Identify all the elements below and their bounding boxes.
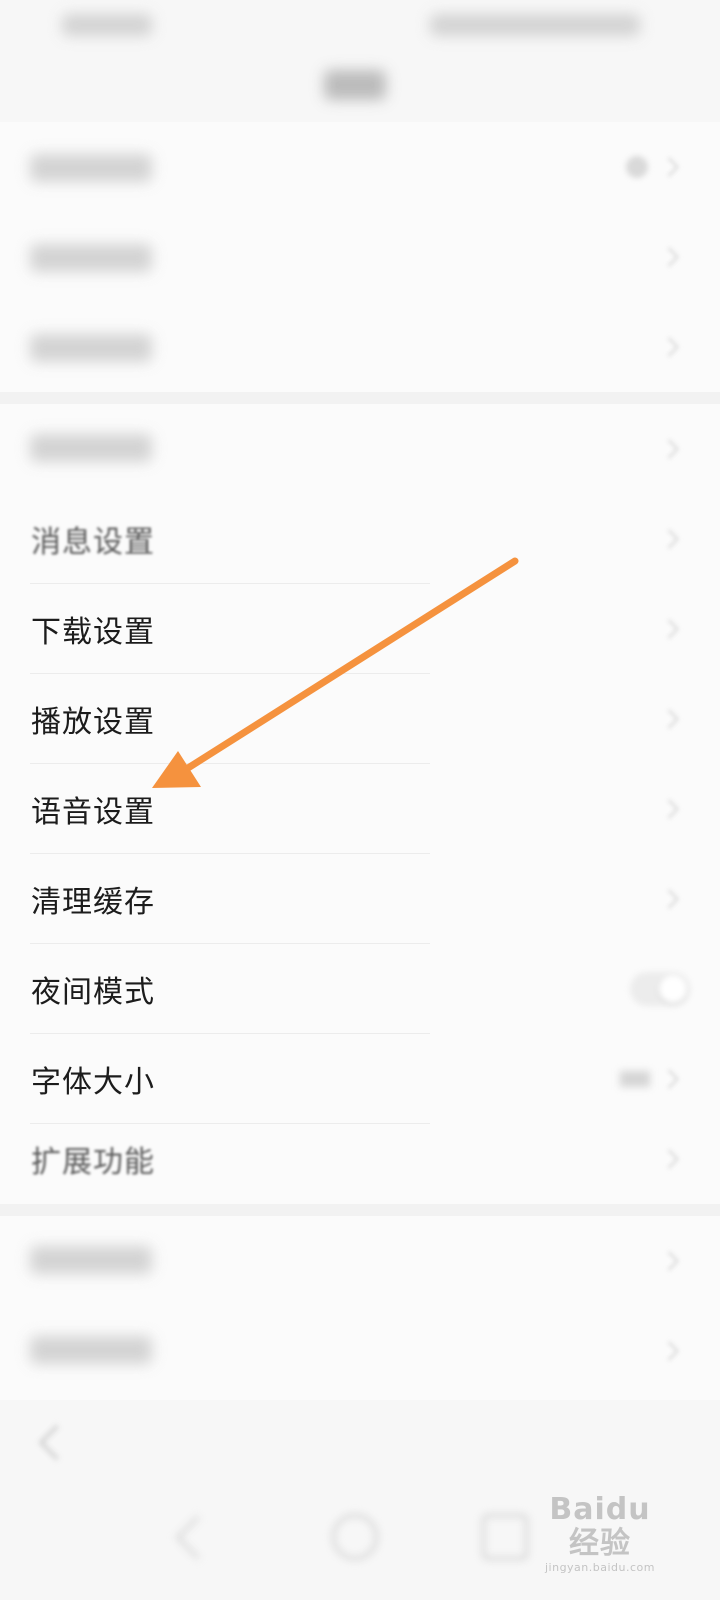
- row-label: 字体大小: [31, 1065, 155, 1100]
- page-title-blurred: [324, 70, 386, 100]
- settings-row-playback[interactable]: 播放设置: [0, 674, 720, 764]
- chevron-right-icon: [659, 709, 679, 729]
- back-icon[interactable]: [38, 1424, 75, 1461]
- chevron-right-icon: [659, 529, 679, 549]
- settings-row-font-size[interactable]: 字体大小: [0, 1034, 720, 1124]
- status-bar: [0, 0, 720, 52]
- settings-row-voice[interactable]: 语音设置: [0, 764, 720, 854]
- settings-row-extensions[interactable]: 扩展功能: [0, 1114, 720, 1204]
- watermark-brand: Baidu 经验: [549, 1492, 651, 1561]
- settings-row-1[interactable]: [0, 122, 720, 212]
- baidu-watermark: Baidu 经验 jingyan.baidu.com: [530, 1492, 670, 1575]
- watermark-url: jingyan.baidu.com: [544, 1561, 655, 1574]
- chevron-right-icon: [659, 889, 679, 909]
- row-label: 夜间模式: [31, 975, 155, 1010]
- settings-section-3: [0, 1216, 720, 1400]
- nav-recent-icon[interactable]: [482, 1514, 528, 1560]
- chevron-right-icon: [659, 157, 679, 177]
- chevron-right-icon: [659, 1149, 679, 1169]
- settings-section-2: 消息设置 下载设置 播放设置 语音设置 清理缓存 夜间模式 字体大小 扩展功能: [0, 404, 720, 1204]
- row-label: 消息设置: [31, 525, 155, 560]
- chevron-right-icon: [659, 1341, 679, 1361]
- settings-row-2[interactable]: [0, 212, 720, 302]
- row-label-blurred: [30, 154, 152, 182]
- settings-row-payment[interactable]: [0, 404, 720, 494]
- status-icons-blurred: [430, 14, 640, 36]
- row-label: 扩展功能: [31, 1145, 155, 1180]
- chevron-right-icon: [659, 619, 679, 639]
- settings-row-message[interactable]: 消息设置: [0, 494, 720, 584]
- settings-section-1: [0, 122, 720, 392]
- settings-row-blurred-b[interactable]: [0, 1306, 720, 1396]
- settings-row-night-mode: 夜间模式: [0, 944, 720, 1034]
- chevron-right-icon: [659, 337, 679, 357]
- title-bar: [0, 52, 720, 122]
- row-label-blurred: [30, 1246, 152, 1274]
- nav-home-icon[interactable]: [332, 1514, 378, 1560]
- row-label: 播放设置: [31, 705, 155, 740]
- chevron-right-icon: [659, 1251, 679, 1271]
- section-gap: [0, 1204, 720, 1216]
- row-label-blurred: [30, 334, 152, 362]
- chevron-right-icon: [659, 1069, 679, 1089]
- toggle-knob: [659, 975, 687, 1003]
- settings-row-clear-cache[interactable]: 清理缓存: [0, 854, 720, 944]
- font-size-value-blurred: [620, 1071, 650, 1087]
- section-gap: [0, 392, 720, 404]
- settings-row-blurred-a[interactable]: [0, 1216, 720, 1306]
- status-time-blurred: [62, 14, 152, 36]
- row-label-blurred: [30, 434, 152, 462]
- settings-row-3[interactable]: [0, 302, 720, 392]
- notification-badge: [626, 156, 648, 178]
- row-label: 语音设置: [31, 795, 155, 830]
- settings-screen: 消息设置 下载设置 播放设置 语音设置 清理缓存 夜间模式 字体大小 扩展功能 …: [0, 0, 720, 1600]
- row-label: 下载设置: [31, 615, 155, 650]
- settings-row-download[interactable]: 下载设置: [0, 584, 720, 674]
- night-mode-toggle[interactable]: [630, 972, 690, 1006]
- nav-back-icon[interactable]: [175, 1515, 220, 1560]
- chevron-right-icon: [659, 439, 679, 459]
- row-label-blurred: [30, 1336, 152, 1364]
- row-label: 清理缓存: [31, 885, 155, 920]
- chevron-right-icon: [659, 799, 679, 819]
- row-label-blurred: [30, 244, 152, 272]
- chevron-right-icon: [659, 247, 679, 267]
